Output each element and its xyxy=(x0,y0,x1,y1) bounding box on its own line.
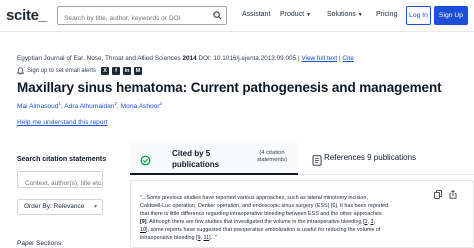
facebook-icon[interactable]: f xyxy=(112,67,121,75)
citation-statements-count: (4 citation statements) xyxy=(250,150,294,164)
author-list: Mai Almasoud1, Adra Alhumaidan2, Mona As… xyxy=(17,101,163,111)
excerpt-line: , xyxy=(373,219,375,225)
chevron-down-icon: ▼ xyxy=(306,12,312,18)
context-search-input[interactable] xyxy=(18,176,102,191)
author-link[interactable]: Mona Ashoor3 xyxy=(120,101,163,111)
excerpt-line: ]..." xyxy=(209,235,218,241)
page-title: Maxillary sinus hematoma: Current pathog… xyxy=(17,80,442,95)
chevron-down-icon: ▾ xyxy=(93,204,97,210)
log-in-button[interactable]: Log In xyxy=(406,6,431,25)
bell-icon[interactable] xyxy=(17,67,24,75)
excerpt-line: that there is little difference regardin… xyxy=(140,211,382,217)
order-by-label: Order By: Relevance xyxy=(24,203,85,210)
chevron-down-icon: ▼ xyxy=(357,12,363,18)
help-understand-link[interactable]: Help me understand this report xyxy=(17,119,108,126)
citation-tabs: Cited by 5 publications (4 citation state… xyxy=(130,142,474,175)
author-link[interactable]: Mai Almasoud1 xyxy=(17,101,61,111)
article-meta: Egyptian Journal of Ear, Nose, Throat an… xyxy=(17,55,354,62)
references-icon xyxy=(312,153,322,166)
nav-product-label: Product xyxy=(280,11,305,18)
author-affiliation: 1 xyxy=(58,101,61,106)
doi: DOI: 10.1016/j.ejenta.2013.09.005 xyxy=(198,55,297,62)
highlighted-reference[interactable]: [9] xyxy=(140,219,147,225)
author-name: Adra Alhumaidan xyxy=(64,103,115,111)
separator: | xyxy=(297,55,300,62)
share-icon[interactable] xyxy=(449,186,457,204)
author-link[interactable]: Adra Alhumaidan2 xyxy=(64,101,117,111)
excerpt-line: Caldwell-Luc operation, Denker operation… xyxy=(140,203,389,209)
excerpt-line: "...Some previous studies have reported … xyxy=(140,195,368,201)
references-label: References 9 publications xyxy=(324,153,417,162)
email-alert-link[interactable]: Sign up to set email alerts xyxy=(27,68,96,74)
nav-assistant-label: Assistant xyxy=(242,11,271,18)
journal-name[interactable]: Egyptian Journal of Ear, Nose, Throat an… xyxy=(17,55,181,62)
citation-icon xyxy=(140,153,151,166)
excerpt-line: ], some reports have suggested that preo… xyxy=(146,227,381,233)
cite-link[interactable]: Cite xyxy=(342,55,353,62)
tab-cited-by[interactable]: Cited by 5 publications (4 citation state… xyxy=(130,142,298,175)
citation-statement-card: "...Some previous studies have reported … xyxy=(130,180,474,248)
nav-pricing[interactable]: Pricing xyxy=(376,11,397,18)
author-name: Mona Ashoor xyxy=(120,103,160,111)
author-name: Mai Almasoud xyxy=(17,103,59,111)
note-line-2: statements) xyxy=(256,157,288,163)
search-box[interactable] xyxy=(57,6,227,27)
context-search-box[interactable] xyxy=(17,171,103,191)
scite-logo[interactable]: scite_ xyxy=(6,7,47,24)
citation-excerpt: "...Some previous studies have reported … xyxy=(140,194,445,242)
search-input[interactable] xyxy=(58,10,208,27)
excerpt-line: intraoperative bleeding [ xyxy=(140,235,198,241)
x-icon[interactable]: X xyxy=(101,67,110,75)
author-affiliation: 2 xyxy=(114,101,117,106)
note-line-1: (4 citation xyxy=(259,150,285,156)
cited-by-count: Cited by 5 xyxy=(172,149,211,158)
email-icon[interactable]: M xyxy=(134,67,143,75)
search-icon[interactable] xyxy=(208,7,226,24)
top-bar: scite_ Assistant Product▼ Solutions▼ Pri… xyxy=(0,0,474,32)
paper-sections-heading[interactable]: Paper Sections xyxy=(17,240,61,247)
sign-up-button[interactable]: Sign Up xyxy=(434,6,468,25)
tab-references[interactable]: References 9 publications xyxy=(306,142,474,175)
nav-assistant[interactable]: Assistant xyxy=(242,11,270,18)
alert-row: Sign up to set email alerts X f in M xyxy=(17,66,143,76)
share-buttons: X f in M xyxy=(101,67,143,75)
cited-by-unit: publications xyxy=(172,160,220,169)
search-citations-heading: Search citation statements xyxy=(17,156,107,163)
view-full-text-link[interactable]: View full text xyxy=(301,55,337,62)
order-by-select[interactable]: Order By: Relevance ▾ xyxy=(17,199,103,215)
linkedin-icon[interactable]: in xyxy=(123,67,132,75)
author-affiliation: 3 xyxy=(159,101,163,106)
nav-product[interactable]: Product ▼ xyxy=(280,11,311,18)
publication-year: 2014 xyxy=(182,55,197,62)
nav-solutions-label: Solutions xyxy=(327,11,356,18)
nav-pricing-label: Pricing xyxy=(376,11,398,18)
excerpt-line: . Although there are few studies that in… xyxy=(146,219,365,225)
separator: | xyxy=(338,55,341,62)
nav-solutions[interactable]: Solutions ▼ xyxy=(327,11,363,18)
